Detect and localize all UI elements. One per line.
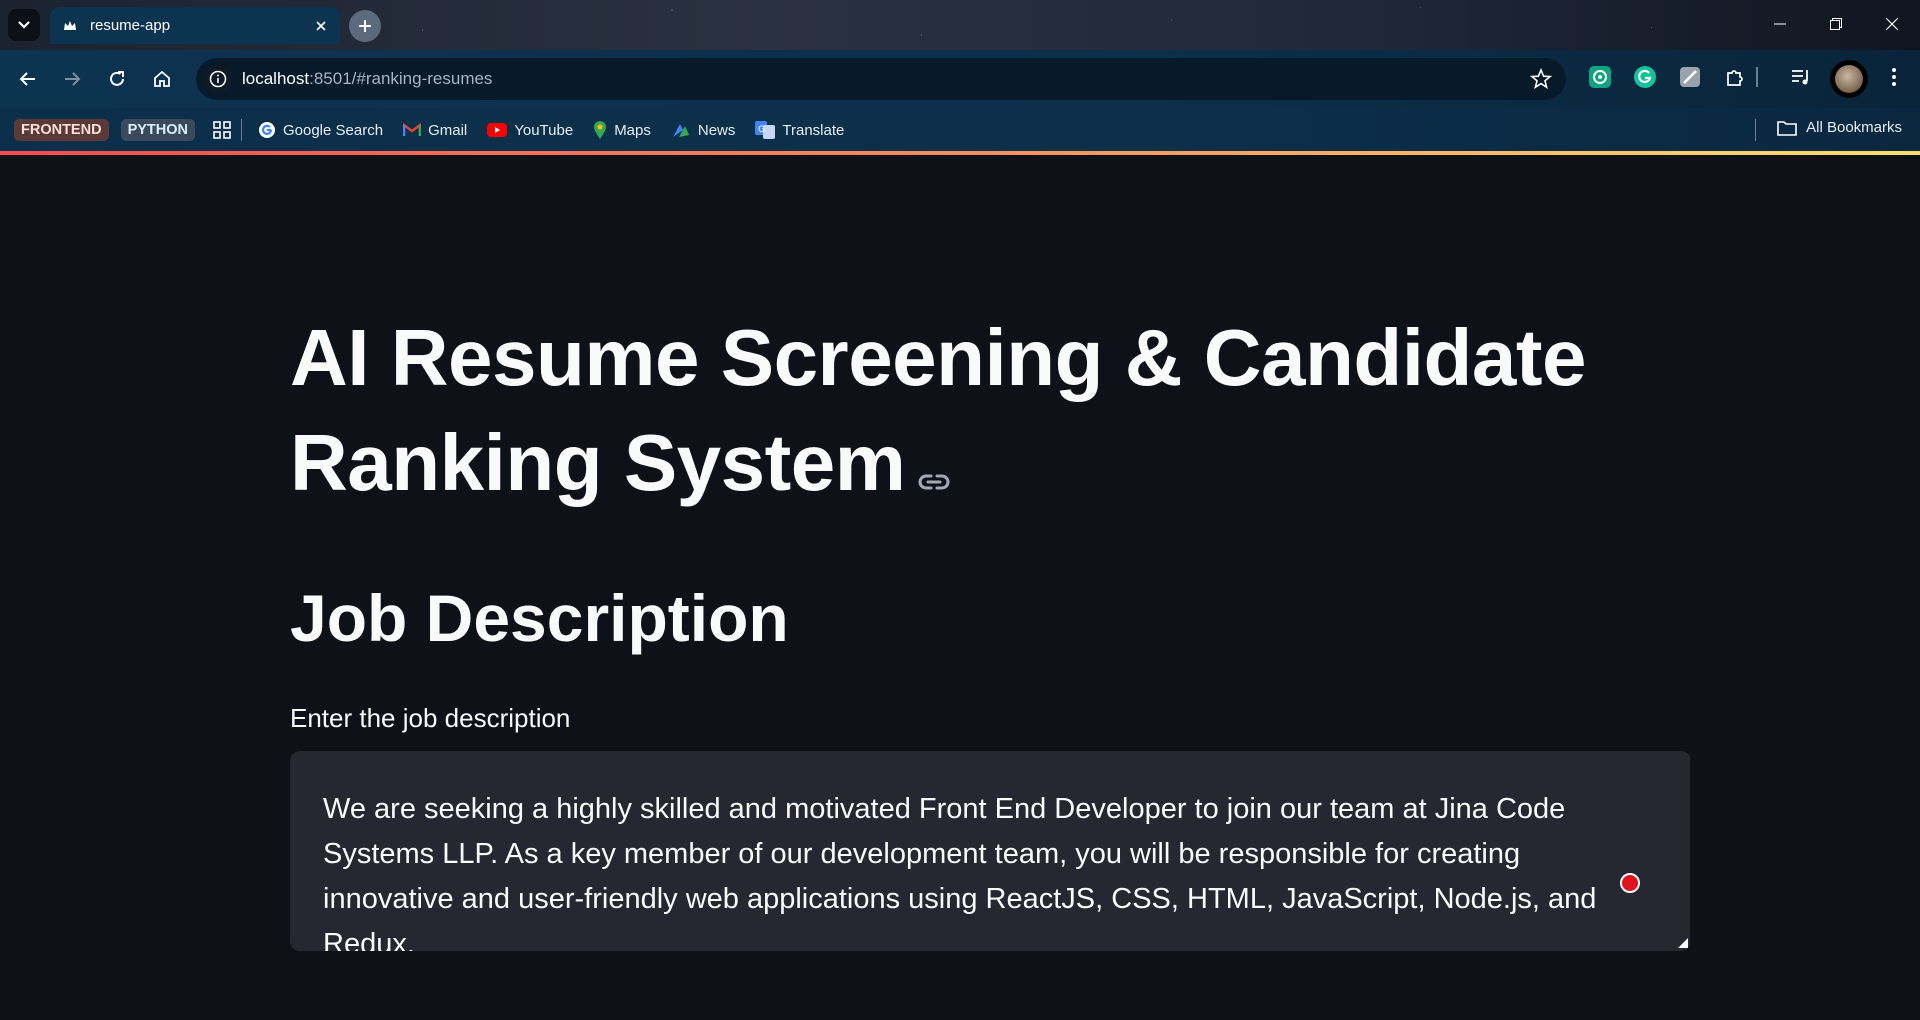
browser-menu-button[interactable]: [1881, 64, 1907, 90]
star-icon: [1529, 67, 1553, 89]
more-vertical-icon: [1892, 68, 1896, 86]
extension-openai-button[interactable]: [1587, 64, 1613, 90]
bookmark-google-search[interactable]: Google Search: [258, 121, 383, 139]
apps-grid-icon[interactable]: [213, 121, 231, 139]
reload-icon: [110, 71, 124, 86]
browser-tab[interactable]: resume-app: [50, 7, 340, 44]
grammarly-icon: [1634, 66, 1656, 88]
job-description-text: We are seeking a highly skilled and moti…: [323, 793, 1597, 951]
restore-icon: [1830, 18, 1842, 30]
media-control-button[interactable]: [1788, 64, 1814, 90]
bookmark-separator: [240, 119, 242, 141]
minimize-button[interactable]: [1752, 0, 1808, 48]
bookmarks-bar: FRONTEND PYTHON Google Search Gmail YouT…: [0, 108, 1920, 152]
bookmark-label: Google Search: [282, 121, 384, 139]
section-title: Job Description: [290, 581, 789, 655]
home-icon: [154, 70, 170, 87]
bookmark-youtube[interactable]: YouTube: [487, 122, 573, 139]
crown-icon: [64, 20, 76, 30]
forward-button[interactable]: [57, 64, 87, 94]
bookmark-label: YouTube: [514, 121, 574, 139]
minimize-icon: [1774, 23, 1786, 25]
playlist-icon: [1792, 70, 1808, 85]
bookmark-translate[interactable]: G Translate: [755, 121, 844, 139]
svg-text:G: G: [758, 125, 765, 135]
bookmark-label: News: [697, 121, 736, 139]
url-text[interactable]: localhost:8501/#ranking-resumes: [242, 69, 492, 89]
toolbar-separator: [1756, 67, 1758, 87]
window-controls: [1752, 0, 1920, 48]
avatar-image: [1835, 65, 1863, 93]
extension-grammarly-button[interactable]: [1632, 64, 1658, 90]
site-info-button[interactable]: [204, 65, 232, 93]
translate-icon: G: [755, 121, 776, 139]
plus-icon: [359, 20, 371, 32]
job-description-label: Enter the job description: [290, 703, 571, 733]
tab-search-button[interactable]: [8, 9, 40, 41]
grammarly-indicator-icon[interactable]: [1620, 873, 1640, 893]
resize-handle-icon[interactable]: [1675, 935, 1689, 949]
notes-icon: [1680, 67, 1700, 87]
profile-avatar[interactable]: [1830, 60, 1868, 98]
google-icon: [258, 122, 275, 138]
all-bookmarks-label: All Bookmarks: [1806, 119, 1902, 136]
close-window-button[interactable]: [1864, 0, 1920, 48]
folder-icon: [1777, 120, 1797, 136]
close-icon[interactable]: [314, 19, 328, 33]
youtube-icon: [487, 123, 508, 137]
chevron-down-icon: [18, 21, 30, 29]
bookmark-folder-frontend[interactable]: FRONTEND: [14, 119, 109, 141]
extension-notes-button[interactable]: [1677, 64, 1703, 90]
new-tab-button[interactable]: [349, 10, 381, 42]
back-button[interactable]: [13, 64, 43, 94]
hexagon-logo-icon: [1589, 66, 1611, 88]
browser-toolbar: localhost:8501/#ranking-resumes: [0, 50, 1920, 108]
puzzle-icon: [1727, 70, 1743, 86]
bookmark-separator: [1755, 119, 1756, 141]
restore-button[interactable]: [1808, 0, 1864, 48]
job-description-textarea[interactable]: We are seeking a highly skilled and moti…: [290, 751, 1690, 951]
extensions-button[interactable]: [1722, 64, 1748, 90]
bookmark-news[interactable]: News: [671, 121, 736, 139]
bookmark-label: Translate: [782, 121, 845, 139]
bookmark-label: Maps: [614, 121, 651, 139]
address-bar[interactable]: localhost:8501/#ranking-resumes: [196, 58, 1566, 100]
arrow-left-icon: [19, 72, 35, 86]
tab-title: resume-app: [90, 17, 171, 34]
map-pin-icon: [594, 121, 607, 139]
news-icon: [672, 124, 689, 137]
main-content: AI Resume Screening & Candidate Ranking …: [290, 155, 1690, 1020]
link-icon[interactable]: [917, 412, 951, 517]
bookmark-label: Gmail: [428, 121, 468, 139]
gmail-icon: [403, 123, 422, 136]
arrow-right-icon: [65, 72, 81, 86]
tab-strip: resume-app: [0, 0, 1920, 50]
info-icon: [209, 70, 227, 88]
bookmark-star-button[interactable]: [1529, 67, 1553, 95]
bookmark-folder-python[interactable]: PYTHON: [120, 119, 195, 141]
page-title: AI Resume Screening & Candidate Ranking …: [290, 305, 1690, 521]
reload-button[interactable]: [102, 64, 132, 94]
bookmark-maps[interactable]: Maps: [593, 120, 651, 140]
bookmark-gmail[interactable]: Gmail: [403, 122, 467, 139]
url-path: :8501/#ranking-resumes: [309, 69, 493, 88]
all-bookmarks-button[interactable]: All Bookmarks: [1777, 119, 1902, 136]
close-icon: [1885, 17, 1899, 31]
home-button[interactable]: [147, 64, 177, 94]
url-host: localhost: [242, 69, 310, 88]
